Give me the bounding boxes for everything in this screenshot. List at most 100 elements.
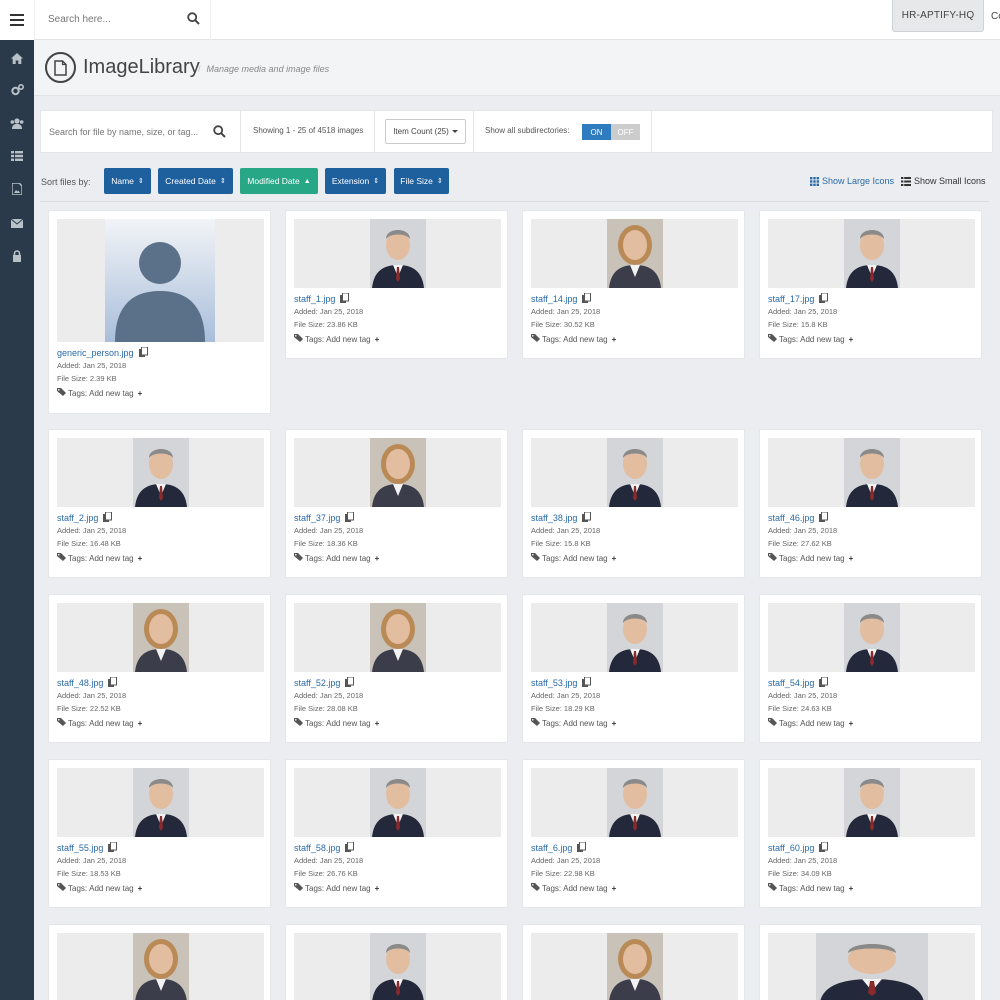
file-name-link[interactable]: staff_54.jpg: [768, 676, 829, 689]
org-button[interactable]: HR-APTIFY-HQ: [892, 0, 984, 32]
add-new-tag-link[interactable]: Add new tag: [89, 719, 133, 728]
plus-icon[interactable]: +: [849, 719, 854, 728]
image-card[interactable]: staff_60.jpg Added: Jan 25, 2018 File Size…: [759, 759, 982, 908]
item-count-dropdown[interactable]: Item Count (25): [385, 119, 466, 144]
file-name-link[interactable]: staff_14.jpg: [531, 292, 592, 305]
image-card[interactable]: [522, 924, 745, 1000]
image-thumbnail[interactable]: [531, 438, 738, 507]
image-thumbnail[interactable]: [294, 438, 501, 507]
copy-icon[interactable]: [345, 841, 355, 854]
add-new-tag-link[interactable]: Add new tag: [89, 884, 133, 893]
image-card[interactable]: staff_54.jpg Added: Jan 25, 2018 File Size…: [759, 594, 982, 743]
add-new-tag-link[interactable]: Add new tag: [800, 554, 844, 563]
image-thumbnail[interactable]: [294, 933, 501, 1000]
image-thumbnail[interactable]: [531, 219, 738, 288]
plus-icon[interactable]: +: [375, 554, 380, 563]
image-card[interactable]: staff_46.jpg Added: Jan 25, 2018 File Size…: [759, 429, 982, 578]
show-large-icons-link[interactable]: Show Large Icons: [810, 176, 894, 186]
image-card[interactable]: staff_17.jpg Added: Jan 25, 2018 File Size…: [759, 210, 982, 359]
plus-icon[interactable]: +: [138, 389, 143, 398]
image-card[interactable]: staff_1.jpg Added: Jan 25, 2018 File Size:…: [285, 210, 508, 359]
image-card[interactable]: staff_6.jpg Added: Jan 25, 2018 File Size:…: [522, 759, 745, 908]
global-search-input[interactable]: [48, 11, 188, 27]
copy-icon[interactable]: [138, 346, 148, 359]
lock-icon[interactable]: [10, 249, 24, 263]
menu-toggle-button[interactable]: [0, 0, 34, 40]
subdirectories-toggle[interactable]: ON OFF: [582, 124, 640, 140]
plus-icon[interactable]: +: [849, 884, 854, 893]
add-new-tag-link[interactable]: Add new tag: [326, 884, 370, 893]
image-file-icon[interactable]: [10, 182, 24, 196]
image-card[interactable]: staff_38.jpg Added: Jan 25, 2018 File Size…: [522, 429, 745, 578]
add-new-tag-link[interactable]: Add new tag: [326, 554, 370, 563]
image-thumbnail[interactable]: [294, 603, 501, 672]
file-name-link[interactable]: staff_60.jpg: [768, 841, 829, 854]
search-icon[interactable]: [213, 125, 226, 143]
copy-icon[interactable]: [103, 511, 113, 524]
image-card[interactable]: staff_52.jpg Added: Jan 25, 2018 File Size…: [285, 594, 508, 743]
gears-icon[interactable]: [10, 83, 24, 97]
plus-icon[interactable]: +: [138, 719, 143, 728]
sort-name-button[interactable]: Name ⇕: [104, 168, 151, 194]
copy-icon[interactable]: [582, 511, 592, 524]
envelope-icon[interactable]: [10, 216, 24, 230]
plus-icon[interactable]: +: [138, 554, 143, 563]
image-card[interactable]: generic_person.jpg Added: Jan 25, 2018 Fil…: [48, 210, 271, 414]
file-name-link[interactable]: staff_17.jpg: [768, 292, 829, 305]
sort-file-size-button[interactable]: File Size ⇕: [394, 168, 449, 194]
plus-icon[interactable]: +: [612, 719, 617, 728]
add-new-tag-link[interactable]: Add new tag: [326, 335, 370, 344]
copy-icon[interactable]: [108, 841, 118, 854]
add-new-tag-link[interactable]: Add new tag: [563, 554, 607, 563]
copy-icon[interactable]: [108, 676, 118, 689]
plus-icon[interactable]: +: [375, 719, 380, 728]
file-name-link[interactable]: staff_1.jpg: [294, 292, 350, 305]
copy-icon[interactable]: [577, 841, 587, 854]
copy-icon[interactable]: [819, 292, 829, 305]
image-thumbnail[interactable]: [531, 933, 738, 1000]
users-icon[interactable]: [10, 116, 24, 130]
sort-modified-date-button[interactable]: Modified Date ▲: [240, 168, 318, 194]
file-name-link[interactable]: staff_48.jpg: [57, 676, 118, 689]
copy-icon[interactable]: [582, 676, 592, 689]
home-icon[interactable]: [10, 51, 24, 65]
toggle-on[interactable]: ON: [582, 124, 611, 140]
plus-icon[interactable]: +: [612, 884, 617, 893]
plus-icon[interactable]: +: [849, 554, 854, 563]
image-thumbnail[interactable]: [531, 768, 738, 837]
copy-icon[interactable]: [819, 676, 829, 689]
plus-icon[interactable]: +: [138, 884, 143, 893]
copy-icon[interactable]: [582, 292, 592, 305]
image-card[interactable]: staff_14.jpg Added: Jan 25, 2018 File Size…: [522, 210, 745, 359]
image-thumbnail[interactable]: [768, 933, 975, 1000]
top-menu-cut-text[interactable]: Co: [991, 11, 1000, 22]
add-new-tag-link[interactable]: Add new tag: [800, 719, 844, 728]
file-search-input[interactable]: [49, 125, 211, 139]
copy-icon[interactable]: [819, 841, 829, 854]
image-thumbnail[interactable]: [294, 219, 501, 288]
plus-icon[interactable]: +: [612, 335, 617, 344]
image-thumbnail[interactable]: [768, 603, 975, 672]
file-name-link[interactable]: staff_55.jpg: [57, 841, 118, 854]
plus-icon[interactable]: +: [375, 335, 380, 344]
add-new-tag-link[interactable]: Add new tag: [326, 719, 370, 728]
image-card[interactable]: staff_48.jpg Added: Jan 25, 2018 File Size…: [48, 594, 271, 743]
image-card[interactable]: staff_53.jpg Added: Jan 25, 2018 File Size…: [522, 594, 745, 743]
sort-extension-button[interactable]: Extension ⇕: [325, 168, 386, 194]
plus-icon[interactable]: +: [849, 335, 854, 344]
file-name-link[interactable]: staff_53.jpg: [531, 676, 592, 689]
copy-icon[interactable]: [345, 676, 355, 689]
add-new-tag-link[interactable]: Add new tag: [800, 884, 844, 893]
add-new-tag-link[interactable]: Add new tag: [89, 389, 133, 398]
image-thumbnail[interactable]: [768, 219, 975, 288]
image-thumbnail[interactable]: [294, 768, 501, 837]
image-card[interactable]: staff_55.jpg Added: Jan 25, 2018 File Size…: [48, 759, 271, 908]
sort-created-date-button[interactable]: Created Date ⇕: [158, 168, 233, 194]
toggle-off[interactable]: OFF: [611, 124, 640, 140]
file-name-link[interactable]: staff_46.jpg: [768, 511, 829, 524]
file-name-link[interactable]: staff_58.jpg: [294, 841, 355, 854]
plus-icon[interactable]: +: [375, 884, 380, 893]
add-new-tag-link[interactable]: Add new tag: [563, 719, 607, 728]
copy-icon[interactable]: [819, 511, 829, 524]
file-name-link[interactable]: staff_2.jpg: [57, 511, 113, 524]
